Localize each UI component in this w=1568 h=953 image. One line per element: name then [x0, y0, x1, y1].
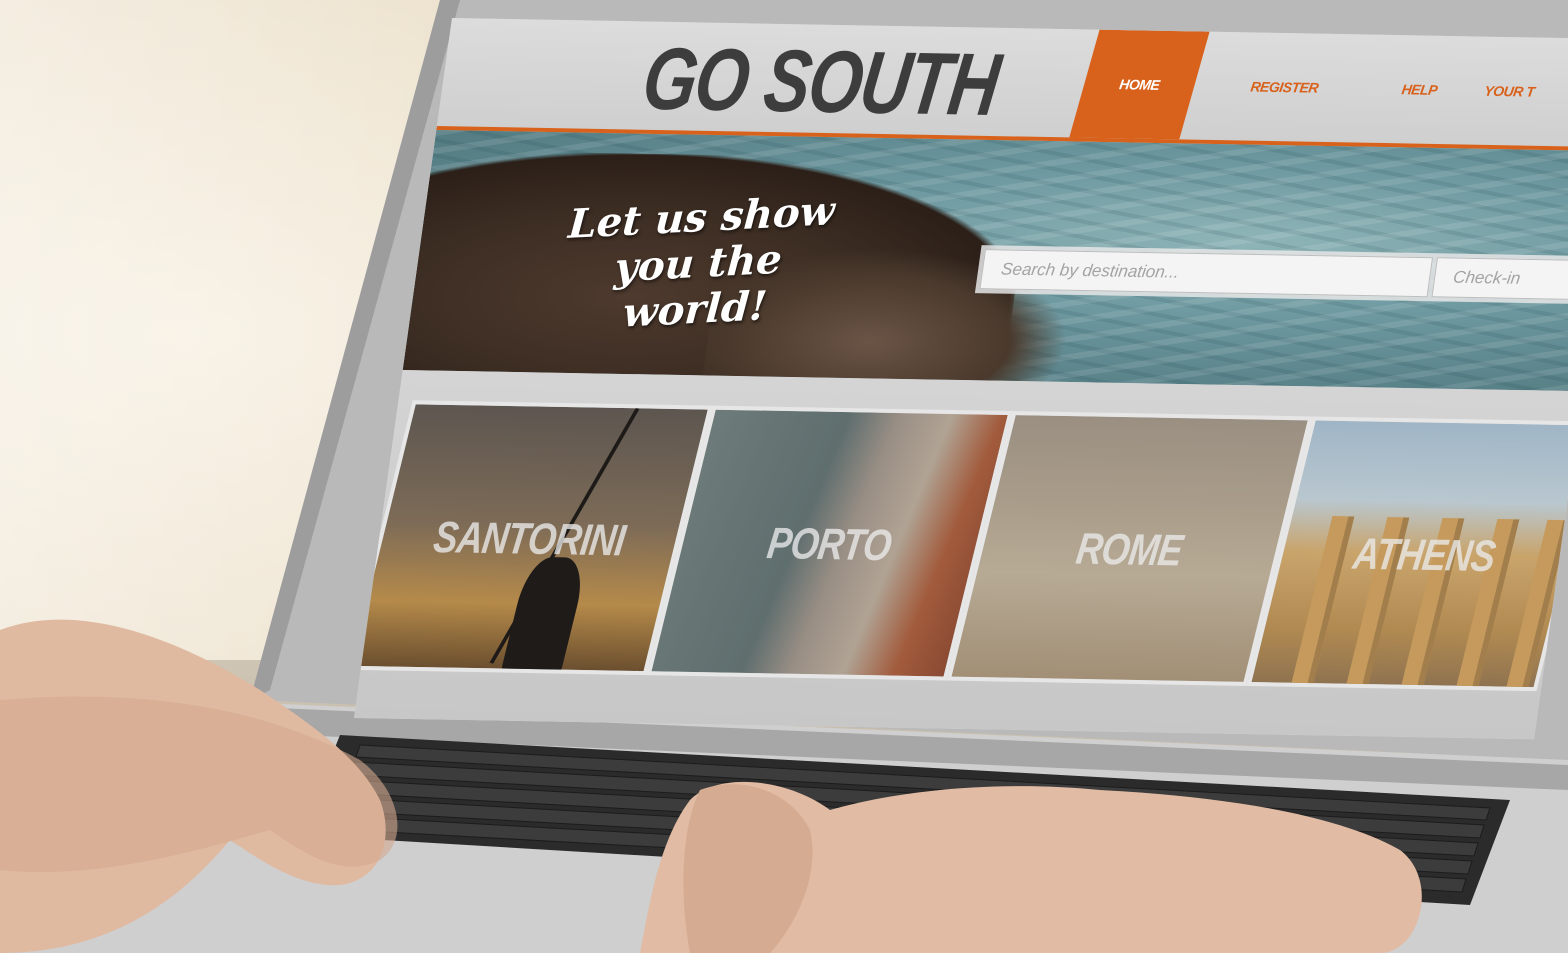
keyboard-and-hands [0, 619, 1510, 953]
